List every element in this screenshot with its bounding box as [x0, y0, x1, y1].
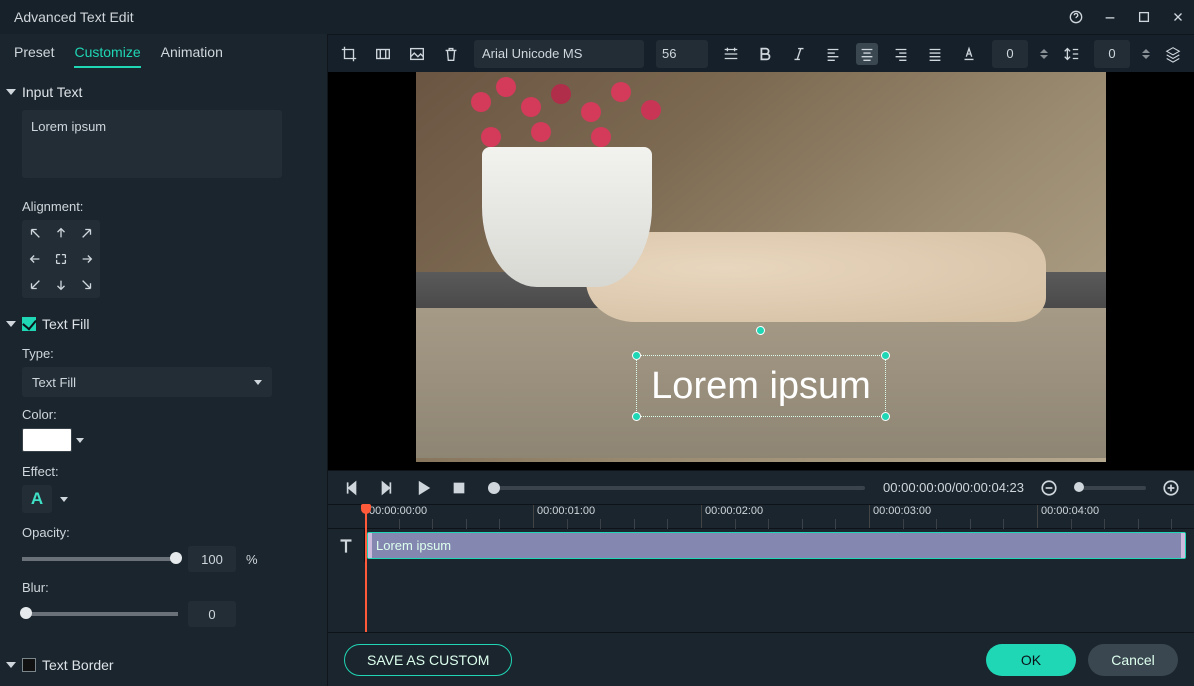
line-spacing-value[interactable]: 0 [1094, 40, 1130, 68]
zoom-slider[interactable] [1074, 486, 1146, 490]
image-icon[interactable] [406, 43, 428, 65]
section-text-border: Text Border [42, 657, 114, 673]
ruler-tick: 00:00:03:00 [869, 505, 931, 528]
tab-customize[interactable]: Customize [74, 44, 140, 68]
section-input-text: Input Text [22, 84, 82, 100]
text-input[interactable]: Lorem ipsum [22, 110, 282, 178]
stop-icon[interactable] [448, 477, 470, 499]
align-top-right[interactable] [74, 220, 100, 246]
align-bottom[interactable] [48, 272, 74, 298]
save-custom-button[interactable]: SAVE AS CUSTOM [344, 644, 512, 676]
delete-icon[interactable] [440, 43, 462, 65]
color-label: Color: [22, 407, 313, 422]
prev-frame-icon[interactable] [340, 477, 362, 499]
line-spacing-stepper[interactable] [1142, 49, 1150, 59]
ruler-tick: 00:00:00:00 [365, 505, 427, 528]
window-title: Advanced Text Edit [8, 9, 134, 25]
alignment-grid [22, 220, 100, 298]
align-left[interactable] [22, 246, 48, 272]
text-border-checkbox[interactable] [22, 658, 36, 672]
ruler-tick: 00:00:01:00 [533, 505, 595, 528]
alignment-label: Alignment: [22, 199, 313, 214]
align-bottom-right[interactable] [74, 272, 100, 298]
ratio-icon[interactable] [372, 43, 394, 65]
opacity-unit: % [246, 552, 258, 567]
opacity-slider[interactable] [22, 557, 178, 561]
text-fill-checkbox[interactable] [22, 317, 36, 331]
cancel-button[interactable]: Cancel [1088, 644, 1178, 676]
blur-label: Blur: [22, 580, 313, 595]
type-label: Type: [22, 346, 313, 361]
ok-button[interactable]: OK [986, 644, 1076, 676]
bold-icon[interactable] [754, 43, 776, 65]
align-center-icon[interactable] [856, 43, 878, 65]
tab-animation[interactable]: Animation [161, 44, 223, 68]
char-spacing-stepper[interactable] [1040, 49, 1048, 59]
layers-icon[interactable] [1162, 43, 1184, 65]
ruler-tick: 00:00:04:00 [1037, 505, 1099, 528]
opacity-label: Opacity: [22, 525, 313, 540]
minimize-icon[interactable] [1102, 9, 1118, 25]
next-frame-icon[interactable] [376, 477, 398, 499]
line-height-icon[interactable] [1060, 43, 1082, 65]
chevron-down-icon[interactable] [76, 438, 84, 443]
color-swatch[interactable] [22, 428, 72, 452]
align-right-icon[interactable] [890, 43, 912, 65]
align-left-icon[interactable] [822, 43, 844, 65]
overlay-text: Lorem ipsum [651, 365, 871, 408]
collapse-icon[interactable] [6, 321, 16, 327]
timeline-clip[interactable]: Lorem ipsum [367, 532, 1186, 559]
collapse-icon[interactable] [6, 89, 16, 95]
font-dropdown[interactable]: Arial Unicode MS [474, 40, 644, 68]
tab-preset[interactable]: Preset [14, 44, 54, 68]
char-spacing-value[interactable]: 0 [992, 40, 1028, 68]
opacity-value[interactable]: 100 [188, 546, 236, 572]
playhead[interactable] [365, 504, 367, 632]
ruler-tick: 00:00:02:00 [701, 505, 763, 528]
crop-icon[interactable] [338, 43, 360, 65]
chevron-down-icon[interactable] [60, 497, 68, 502]
spacing-icon[interactable] [720, 43, 742, 65]
text-color-icon[interactable] [958, 43, 980, 65]
blur-value[interactable]: 0 [188, 601, 236, 627]
seek-slider[interactable] [488, 486, 865, 490]
align-bottom-left[interactable] [22, 272, 48, 298]
chevron-down-icon [254, 380, 262, 385]
zoom-in-icon[interactable] [1160, 477, 1182, 499]
close-icon[interactable] [1170, 9, 1186, 25]
zoom-out-icon[interactable] [1038, 477, 1060, 499]
text-track-icon [328, 529, 365, 562]
section-text-fill: Text Fill [42, 316, 89, 332]
align-justify-icon[interactable] [924, 43, 946, 65]
text-overlay[interactable]: Lorem ipsum [636, 355, 886, 417]
preview-canvas[interactable]: Lorem ipsum [328, 72, 1194, 470]
maximize-icon[interactable] [1136, 9, 1152, 25]
timeline-ruler[interactable]: 00:00:00:00 00:00:01:00 00:00:02:00 00:00:0… [328, 504, 1194, 528]
blur-slider[interactable] [22, 612, 178, 616]
play-icon[interactable] [412, 477, 434, 499]
align-top-left[interactable] [22, 220, 48, 246]
type-dropdown[interactable]: Text Fill [22, 367, 272, 397]
align-top[interactable] [48, 220, 74, 246]
effect-preview[interactable]: A [22, 485, 52, 513]
time-display: 00:00:00:00/00:00:04:23 [883, 480, 1024, 495]
italic-icon[interactable] [788, 43, 810, 65]
help-icon[interactable] [1068, 9, 1084, 25]
align-center[interactable] [48, 246, 74, 272]
font-size-dropdown[interactable]: 56 [656, 40, 708, 68]
collapse-icon[interactable] [6, 662, 16, 668]
effect-label: Effect: [22, 464, 313, 479]
align-right[interactable] [74, 246, 100, 272]
